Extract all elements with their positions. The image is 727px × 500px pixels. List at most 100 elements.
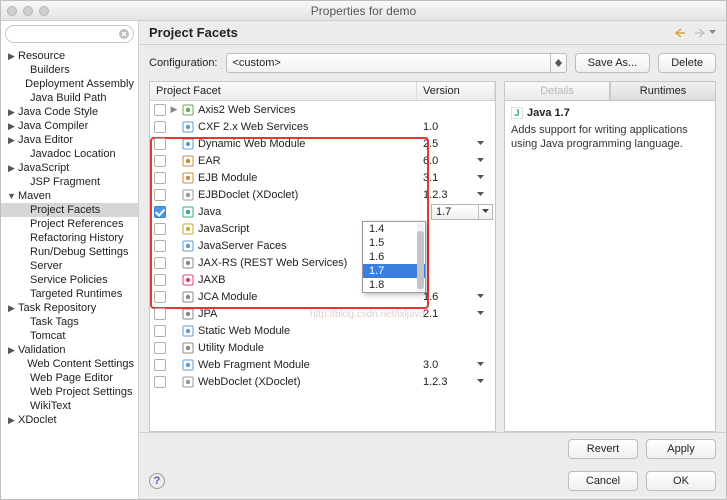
facet-row[interactable]: JAXB — [150, 271, 495, 288]
facet-row[interactable]: JAX-RS (REST Web Services) — [150, 254, 495, 271]
facet-row[interactable]: EJBDoclet (XDoclet)1.2.3 — [150, 186, 495, 203]
dropdown-option[interactable]: 1.4 — [363, 222, 425, 236]
forward-icon[interactable] — [693, 28, 705, 38]
disclosure-icon[interactable]: ▶ — [7, 345, 16, 356]
revert-button[interactable]: Revert — [568, 439, 638, 459]
facet-row[interactable]: EJB Module3.1 — [150, 169, 495, 186]
facet-checkbox[interactable] — [154, 308, 166, 320]
sidebar-item-java-editor[interactable]: ▶Java Editor — [1, 133, 138, 147]
facet-row[interactable]: Dynamic Web Module2.5 — [150, 135, 495, 152]
facet-checkbox[interactable] — [154, 257, 166, 269]
disclosure-icon[interactable]: ▶ — [7, 303, 16, 314]
sidebar-item-java-code-style[interactable]: ▶Java Code Style — [1, 105, 138, 119]
sidebar-item-validation[interactable]: ▶Validation — [1, 343, 138, 357]
ok-button[interactable]: OK — [646, 471, 716, 491]
facet-row[interactable]: Static Web Module — [150, 322, 495, 339]
facet-row[interactable]: WebDoclet (XDoclet)1.2.3 — [150, 373, 495, 390]
facet-checkbox[interactable] — [154, 376, 166, 388]
facet-checkbox[interactable] — [154, 206, 166, 218]
menu-dropdown-icon[interactable] — [709, 30, 716, 35]
sidebar-item-javadoc-location[interactable]: Javadoc Location — [1, 147, 138, 161]
version-dropdown-icon[interactable] — [467, 141, 493, 146]
category-tree[interactable]: ▶ResourceBuildersDeployment AssemblyJava… — [1, 47, 138, 499]
sidebar-item-wikitext[interactable]: WikiText — [1, 399, 138, 413]
disclosure-icon[interactable]: ▶ — [7, 135, 16, 146]
disclosure-icon[interactable]: ▶ — [7, 415, 16, 426]
facet-row[interactable]: ▶Axis2 Web Services — [150, 101, 495, 118]
version-dropdown-icon[interactable] — [467, 158, 493, 163]
sidebar-item-javascript[interactable]: ▶JavaScript — [1, 161, 138, 175]
apply-button[interactable]: Apply — [646, 439, 716, 459]
cancel-button[interactable]: Cancel — [568, 471, 638, 491]
version-dropdown-icon[interactable] — [467, 379, 493, 384]
dropdown-option[interactable]: 1.6 — [363, 250, 425, 264]
version-dropdown-icon[interactable] — [467, 294, 493, 299]
version-dropdown-icon[interactable] — [467, 192, 493, 197]
facet-row[interactable]: JavaServer Faces — [150, 237, 495, 254]
sidebar-item-web-page-editor[interactable]: Web Page Editor — [1, 371, 138, 385]
facet-checkbox[interactable] — [154, 104, 166, 116]
sidebar-item-targeted-runtimes[interactable]: Targeted Runtimes — [1, 287, 138, 301]
col-facet[interactable]: Project Facet — [150, 82, 417, 100]
facet-checkbox[interactable] — [154, 325, 166, 337]
sidebar-item-server[interactable]: Server — [1, 259, 138, 273]
version-dropdown-list[interactable]: 1.41.51.61.71.8 — [362, 221, 426, 293]
facet-row[interactable]: Java1.7 — [150, 203, 495, 220]
facet-checkbox[interactable] — [154, 274, 166, 286]
sidebar-item-task-tags[interactable]: Task Tags — [1, 315, 138, 329]
facet-row[interactable]: JPA2.1 — [150, 305, 495, 322]
sidebar-item-run-debug-settings[interactable]: Run/Debug Settings — [1, 245, 138, 259]
dropdown-option[interactable]: 1.8 — [363, 278, 425, 292]
facet-checkbox[interactable] — [154, 189, 166, 201]
filter-input[interactable] — [5, 25, 134, 43]
facet-checkbox[interactable] — [154, 155, 166, 167]
col-version[interactable]: Version — [417, 82, 495, 100]
sidebar-item-project-facets[interactable]: Project Facets — [1, 203, 138, 217]
facet-checkbox[interactable] — [154, 342, 166, 354]
back-icon[interactable] — [675, 28, 689, 38]
facet-row[interactable]: JCA Module1.6 — [150, 288, 495, 305]
disclosure-icon[interactable]: ▶ — [7, 163, 16, 174]
version-combo[interactable]: 1.7 — [431, 204, 493, 220]
facet-row[interactable]: JavaScript — [150, 220, 495, 237]
sidebar-item-java-build-path[interactable]: Java Build Path — [1, 91, 138, 105]
save-as-button[interactable]: Save As... — [575, 53, 651, 73]
facet-checkbox[interactable] — [154, 359, 166, 371]
sidebar-item-jsp-fragment[interactable]: JSP Fragment — [1, 175, 138, 189]
disclosure-icon[interactable]: ▶ — [7, 107, 16, 118]
sidebar-item-java-compiler[interactable]: ▶Java Compiler — [1, 119, 138, 133]
dropdown-option[interactable]: 1.5 — [363, 236, 425, 250]
facet-row[interactable]: CXF 2.x Web Services1.0 — [150, 118, 495, 135]
sidebar-item-web-content-settings[interactable]: Web Content Settings — [1, 357, 138, 371]
dropdown-option[interactable]: 1.7 — [363, 264, 425, 278]
facet-row[interactable]: Utility Module — [150, 339, 495, 356]
sidebar-item-task-repository[interactable]: ▶Task Repository — [1, 301, 138, 315]
disclosure-icon[interactable]: ▶ — [168, 104, 180, 115]
scrollbar[interactable] — [417, 223, 424, 291]
sidebar-item-refactoring-history[interactable]: Refactoring History — [1, 231, 138, 245]
help-icon[interactable]: ? — [149, 473, 165, 489]
facet-checkbox[interactable] — [154, 121, 166, 133]
version-dropdown-icon[interactable] — [467, 175, 493, 180]
facet-checkbox[interactable] — [154, 138, 166, 150]
version-dropdown-icon[interactable] — [467, 311, 493, 316]
facet-checkbox[interactable] — [154, 172, 166, 184]
facet-row[interactable]: Web Fragment Module3.0 — [150, 356, 495, 373]
clear-search-icon[interactable] — [118, 28, 130, 40]
sidebar-item-maven[interactable]: ▼Maven — [1, 189, 138, 203]
sidebar-item-project-references[interactable]: Project References — [1, 217, 138, 231]
sidebar-item-resource[interactable]: ▶Resource — [1, 49, 138, 63]
tab-details[interactable]: Details — [504, 81, 610, 101]
delete-button[interactable]: Delete — [658, 53, 716, 73]
scrollbar-thumb[interactable] — [417, 231, 424, 289]
sidebar-item-web-project-settings[interactable]: Web Project Settings — [1, 385, 138, 399]
sidebar-item-service-policies[interactable]: Service Policies — [1, 273, 138, 287]
disclosure-icon[interactable]: ▶ — [7, 121, 16, 132]
sidebar-item-xdoclet[interactable]: ▶XDoclet — [1, 413, 138, 427]
sidebar-item-deployment-assembly[interactable]: Deployment Assembly — [1, 77, 138, 91]
facet-checkbox[interactable] — [154, 223, 166, 235]
facet-checkbox[interactable] — [154, 291, 166, 303]
disclosure-icon[interactable]: ▼ — [7, 191, 16, 201]
sidebar-item-tomcat[interactable]: Tomcat — [1, 329, 138, 343]
version-dropdown-icon[interactable] — [467, 362, 493, 367]
